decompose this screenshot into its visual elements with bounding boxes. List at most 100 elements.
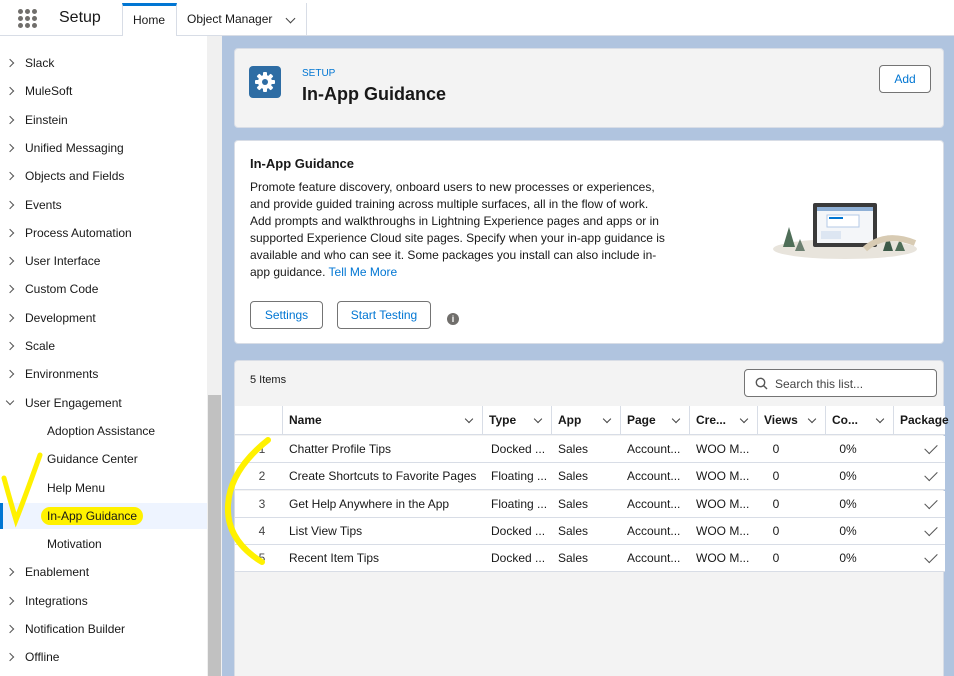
sidebar-item-0[interactable]: Slack — [0, 50, 207, 76]
checkmark-icon — [924, 549, 938, 564]
sidebar-item-label: Motivation — [47, 537, 102, 552]
cell-creator: WOO M... — [696, 496, 750, 511]
sidebar-item-17[interactable]: Motivation — [0, 531, 207, 557]
column-header[interactable]: Views — [757, 406, 825, 435]
chevron-right-icon[interactable] — [5, 228, 15, 238]
breadcrumb[interactable]: SETUP — [302, 68, 335, 79]
sidebar-item-label: Custom Code — [25, 282, 99, 297]
settings-button[interactable]: Settings — [250, 301, 323, 329]
cell-app: Sales — [558, 496, 589, 511]
search-input[interactable]: Search this list... — [744, 369, 937, 397]
chevron-right-icon[interactable] — [5, 115, 15, 124]
chevron-right-icon[interactable] — [5, 171, 15, 181]
chevron-down-icon[interactable] — [285, 13, 296, 24]
sidebar-item-label: Guidance Center — [47, 452, 138, 467]
sidebar-item-9[interactable]: Development — [0, 305, 207, 331]
cell-creator: WOO M... — [696, 442, 750, 456]
chevron-down-icon[interactable] — [671, 414, 681, 424]
setup-gear-icon — [249, 66, 281, 98]
sidebar-item-7[interactable]: User Interface — [0, 248, 207, 274]
chevron-down-icon[interactable] — [739, 414, 749, 424]
sidebar-item-6[interactable]: Process Automation — [0, 220, 207, 246]
column-header[interactable]: Cre... — [689, 406, 757, 435]
sidebar-item-label-wrap: Events — [25, 192, 62, 218]
cell-name[interactable]: Get Help Anywhere in the App — [289, 491, 449, 518]
tell-me-more-link[interactable]: Tell Me More — [329, 265, 398, 279]
chevron-right-icon[interactable] — [5, 341, 15, 351]
column-header[interactable]: Name — [282, 406, 482, 435]
sidebar-scrollbar-thumb[interactable] — [208, 395, 221, 676]
cell-name[interactable]: Chatter Profile Tips — [289, 436, 391, 463]
table-row[interactable]: 4 List View Tips Docked ... Sales Account...… — [235, 517, 945, 545]
column-header-label: Views — [764, 413, 798, 427]
chevron-right-icon[interactable] — [5, 370, 15, 379]
sidebar-item-12[interactable]: User Engagement — [0, 390, 207, 416]
column-header[interactable]: Type — [482, 406, 551, 435]
cell-app: Sales — [558, 523, 589, 538]
chevron-right-icon[interactable] — [5, 285, 15, 294]
add-button[interactable]: Add — [879, 65, 931, 93]
sidebar-item-21[interactable]: Offline — [0, 644, 207, 670]
cell-page: Account... — [627, 551, 681, 566]
sidebar-item-14[interactable]: Guidance Center — [0, 446, 207, 472]
checkmark-icon — [924, 468, 938, 482]
chevron-down-icon[interactable] — [602, 414, 612, 424]
sidebar-item-label: Einstein — [25, 112, 68, 127]
sidebar-item-19[interactable]: Integrations — [0, 588, 207, 614]
cell-type: Floating ... — [491, 469, 548, 484]
cell-name[interactable]: List View Tips — [289, 518, 362, 545]
chevron-right-icon[interactable] — [5, 143, 15, 153]
sidebar-item-1[interactable]: MuleSoft — [0, 78, 207, 104]
column-header-label: Package — [900, 413, 949, 427]
sidebar-item-11[interactable]: Environments — [0, 361, 207, 387]
sidebar-item-5[interactable]: Events — [0, 192, 207, 218]
sidebar-item-20[interactable]: Notification Builder — [0, 616, 207, 642]
chevron-right-icon[interactable] — [5, 58, 15, 68]
chevron-right-icon[interactable] — [5, 596, 15, 605]
start-testing-button[interactable]: Start Testing — [337, 301, 431, 329]
cell-page: Account... — [627, 442, 681, 456]
sidebar-item-18[interactable]: Enablement — [0, 559, 207, 585]
sidebar-item-3[interactable]: Unified Messaging — [0, 135, 207, 161]
chevron-down-icon[interactable] — [533, 414, 543, 424]
chevron-down-icon[interactable] — [464, 414, 474, 424]
sidebar-item-label: Events — [25, 197, 62, 212]
sidebar-item-16[interactable]: In-App Guidance — [0, 502, 207, 529]
info-icon[interactable]: i — [447, 313, 459, 325]
sidebar-item-label-wrap: Unified Messaging — [25, 135, 124, 161]
chevron-right-icon[interactable] — [5, 653, 15, 662]
sidebar-item-label-wrap: Motivation — [47, 531, 102, 557]
table-row[interactable]: 3 Get Help Anywhere in the App Floating ..… — [235, 490, 945, 518]
app-launcher-icon[interactable] — [18, 9, 38, 29]
chevron-down-icon[interactable] — [5, 396, 15, 405]
chevron-right-icon[interactable] — [5, 624, 15, 634]
sidebar-item-15[interactable]: Help Menu — [0, 475, 207, 501]
chevron-right-icon[interactable] — [5, 87, 15, 96]
chevron-right-icon[interactable] — [5, 313, 15, 322]
column-header[interactable]: Package — [893, 406, 954, 435]
chevron-down-icon[interactable] — [807, 414, 817, 424]
chevron-down-icon[interactable] — [875, 414, 885, 424]
tab-home[interactable]: Home — [122, 3, 177, 36]
chevron-right-icon[interactable] — [5, 200, 15, 209]
table-row[interactable]: 1 Chatter Profile Tips Docked ... Sales Acco… — [235, 436, 945, 463]
table-row[interactable]: 2 Create Shortcuts to Favorite Pages Float… — [235, 463, 945, 491]
cell-name[interactable]: Recent Item Tips — [289, 545, 379, 572]
table-row[interactable]: 5 Recent Item Tips Docked ... Sales Account.… — [235, 545, 945, 573]
column-header[interactable]: Co... — [825, 406, 893, 435]
sidebar-item-2[interactable]: Einstein — [0, 107, 207, 133]
guidance-illustration — [773, 203, 917, 259]
sidebar-item-label: Development — [25, 310, 96, 325]
tab-object-manager[interactable]: Object Manager — [177, 3, 307, 36]
chevron-right-icon[interactable] — [5, 568, 15, 577]
sidebar-item-13[interactable]: Adoption Assistance — [0, 418, 207, 444]
column-header[interactable]: App — [551, 406, 620, 435]
chevron-right-icon[interactable] — [5, 256, 15, 266]
sidebar-item-4[interactable]: Objects and Fields — [0, 163, 207, 189]
cell-page: Account... — [627, 469, 681, 484]
column-header[interactable]: Page — [620, 406, 689, 435]
cell-name[interactable]: Create Shortcuts to Favorite Pages — [289, 463, 476, 490]
sidebar-item-8[interactable]: Custom Code — [0, 276, 207, 302]
sidebar-item-10[interactable]: Scale — [0, 333, 207, 359]
cell-type: Floating ... — [491, 496, 548, 511]
